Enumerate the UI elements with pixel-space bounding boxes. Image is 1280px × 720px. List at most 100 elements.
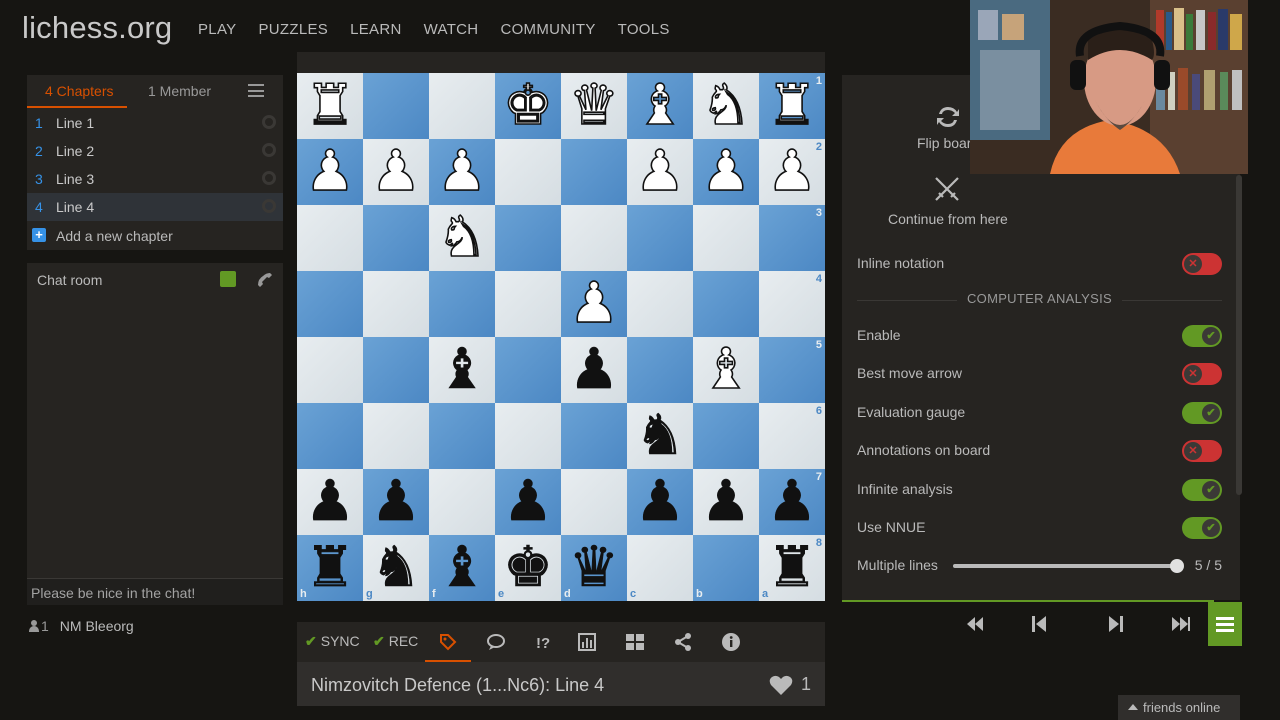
- chapter-item-1[interactable]: 1 Line 1: [27, 109, 283, 137]
- board-square[interactable]: [627, 337, 693, 403]
- glyph-annotation-icon[interactable]: !?: [533, 632, 553, 652]
- board-square[interactable]: [627, 205, 693, 271]
- board-square[interactable]: [627, 271, 693, 337]
- board-square[interactable]: [429, 403, 495, 469]
- sync-toggle[interactable]: ✔ SYNC: [305, 633, 360, 650]
- black-pawn-piece[interactable]: ♟: [627, 469, 693, 535]
- board-square[interactable]: [495, 337, 561, 403]
- nav-learn[interactable]: LEARN: [350, 21, 402, 38]
- info-icon[interactable]: [721, 632, 741, 652]
- board-square[interactable]: [693, 271, 759, 337]
- board-square[interactable]: [363, 205, 429, 271]
- first-move-icon[interactable]: [964, 614, 984, 634]
- board-square[interactable]: ♟: [561, 270, 627, 337]
- white-bishop-piece[interactable]: ♝: [693, 336, 759, 403]
- white-knight-piece[interactable]: ♞: [693, 72, 759, 139]
- board-square[interactable]: ♚: [495, 72, 561, 139]
- site-logo[interactable]: lichess.org: [22, 10, 172, 46]
- board-square[interactable]: ♟ 7: [759, 469, 825, 535]
- white-pawn-piece[interactable]: ♟: [429, 138, 495, 205]
- board-square[interactable]: [429, 469, 495, 535]
- add-chapter-button[interactable]: + Add a new chapter: [27, 223, 283, 249]
- white-king-piece[interactable]: ♚: [495, 72, 561, 139]
- heart-icon[interactable]: [769, 674, 793, 696]
- board-square[interactable]: ♝ f: [429, 535, 495, 601]
- white-knight-piece[interactable]: ♞: [429, 204, 495, 271]
- chess-board[interactable]: ♜ ♚ ♛ ♝ ♞ ♜ 1 ♟ ♟ ♟ ♟ ♟ ♟ 2 ♞ 3 ♟ 4 ♝ ♟ ♝ 5 ♞ 6 ♟ ♟ ♟ ♟ ♟ ♟ 7 ♜ h ♞ g ♝ f ♚ e ♛…: [297, 72, 825, 601]
- board-square[interactable]: ♟: [627, 138, 693, 205]
- white-pawn-piece[interactable]: ♟: [561, 270, 627, 337]
- board-square[interactable]: [561, 139, 627, 205]
- board-square[interactable]: ♞ g: [363, 535, 429, 601]
- comment-icon[interactable]: [486, 632, 506, 652]
- board-square[interactable]: ♟: [693, 138, 759, 205]
- gear-icon[interactable]: [262, 115, 276, 129]
- board-square[interactable]: ♝: [693, 336, 759, 403]
- white-pawn-piece[interactable]: ♟: [693, 138, 759, 205]
- inline-notation-toggle[interactable]: ✕: [1182, 253, 1222, 275]
- black-pawn-piece[interactable]: ♟: [693, 469, 759, 535]
- board-square[interactable]: [693, 403, 759, 469]
- chart-icon[interactable]: [577, 632, 597, 652]
- use-nnue-toggle[interactable]: ✔: [1182, 517, 1222, 539]
- white-queen-piece[interactable]: ♛: [561, 72, 627, 139]
- board-square[interactable]: [363, 73, 429, 139]
- tab-chapters[interactable]: 4 Chapters: [45, 83, 113, 99]
- board-square[interactable]: [297, 271, 363, 337]
- board-square[interactable]: [297, 337, 363, 403]
- gear-icon[interactable]: [262, 199, 276, 213]
- chapter-item-2[interactable]: 2 Line 2: [27, 137, 283, 165]
- board-square[interactable]: [363, 337, 429, 403]
- black-knight-piece[interactable]: ♞: [363, 535, 429, 601]
- board-square[interactable]: [561, 205, 627, 271]
- board-grid-icon[interactable]: [625, 632, 645, 652]
- board-square[interactable]: ♟: [561, 337, 627, 403]
- evaluation-gauge-toggle[interactable]: ✔: [1182, 402, 1222, 424]
- board-square[interactable]: c: [627, 535, 693, 601]
- white-pawn-piece[interactable]: ♟: [297, 138, 363, 205]
- phone-icon[interactable]: [255, 270, 275, 290]
- board-square[interactable]: ♝: [627, 72, 693, 139]
- white-bishop-piece[interactable]: ♝: [627, 72, 693, 139]
- board-square[interactable]: [561, 469, 627, 535]
- black-queen-piece[interactable]: ♛: [561, 535, 627, 601]
- tag-icon[interactable]: [438, 632, 458, 652]
- board-square[interactable]: ♜: [297, 72, 363, 139]
- board-square[interactable]: 3: [759, 205, 825, 271]
- nav-play[interactable]: PLAY: [198, 21, 236, 38]
- black-bishop-piece[interactable]: ♝: [429, 337, 495, 403]
- board-square[interactable]: [363, 403, 429, 469]
- black-pawn-piece[interactable]: ♟: [561, 337, 627, 403]
- study-member[interactable]: 1 NM Bleeorg: [29, 618, 134, 634]
- board-square[interactable]: 4: [759, 271, 825, 337]
- enable-analysis-toggle[interactable]: ✔: [1182, 325, 1222, 347]
- board-square[interactable]: ♞: [429, 204, 495, 271]
- nav-puzzles[interactable]: PUZZLES: [258, 21, 328, 38]
- black-bishop-piece[interactable]: ♝: [429, 535, 495, 601]
- board-square[interactable]: ♟: [363, 138, 429, 205]
- board-square[interactable]: ♟ 2: [759, 138, 825, 205]
- board-square[interactable]: [495, 205, 561, 271]
- board-square[interactable]: ♜ h: [297, 535, 363, 601]
- board-square[interactable]: ♜ 8 a: [759, 535, 825, 601]
- board-square[interactable]: ♝: [429, 337, 495, 403]
- nav-community[interactable]: COMMUNITY: [500, 21, 595, 38]
- board-square[interactable]: [495, 271, 561, 337]
- gear-icon[interactable]: [262, 171, 276, 185]
- best-move-arrow-toggle[interactable]: ✕: [1182, 363, 1222, 385]
- board-square[interactable]: [363, 271, 429, 337]
- board-square[interactable]: ♛: [561, 72, 627, 139]
- board-square[interactable]: [693, 205, 759, 271]
- tools-scrollbar[interactable]: [1236, 175, 1242, 495]
- board-square[interactable]: [561, 403, 627, 469]
- infinite-analysis-toggle[interactable]: ✔: [1182, 479, 1222, 501]
- board-square[interactable]: ♟: [429, 138, 495, 205]
- board-square[interactable]: [429, 271, 495, 337]
- board-square[interactable]: ♟: [363, 469, 429, 535]
- white-pawn-piece[interactable]: ♟: [363, 138, 429, 205]
- chat-input[interactable]: Please be nice in the chat!: [27, 578, 283, 605]
- board-square[interactable]: ♟: [297, 138, 363, 205]
- black-pawn-piece[interactable]: ♟: [297, 469, 363, 535]
- board-square[interactable]: [495, 139, 561, 205]
- board-square[interactable]: 5: [759, 337, 825, 403]
